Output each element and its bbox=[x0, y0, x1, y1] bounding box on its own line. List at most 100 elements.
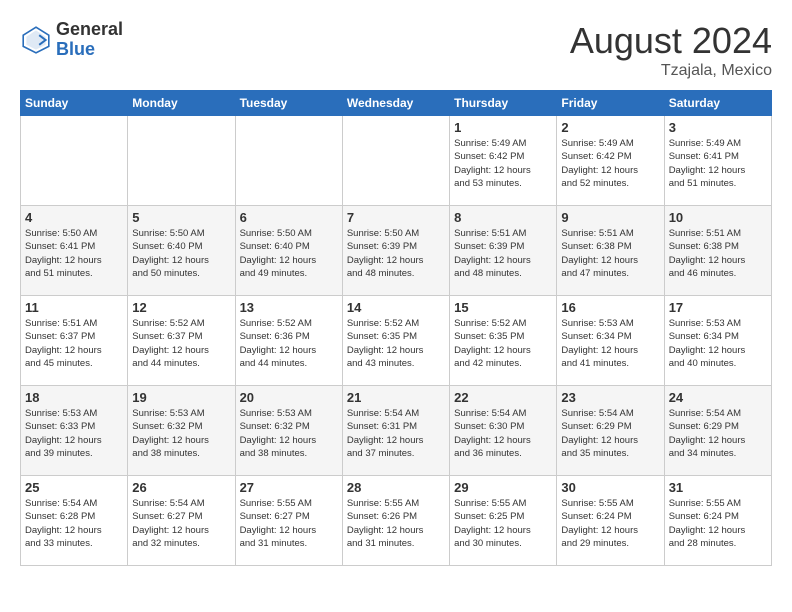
day-number: 1 bbox=[454, 120, 552, 135]
title-block: August 2024 Tzajala, Mexico bbox=[570, 20, 772, 80]
calendar-week-row: 1 Sunrise: 5:49 AM Sunset: 6:42 PM Daylig… bbox=[21, 116, 772, 206]
day-info: Sunrise: 5:55 AM Sunset: 6:24 PM Dayligh… bbox=[561, 497, 659, 550]
day-header-thursday: Thursday bbox=[450, 91, 557, 116]
calendar-day-cell: 3 Sunrise: 5:49 AM Sunset: 6:41 PM Daylig… bbox=[664, 116, 771, 206]
logo-blue-text: Blue bbox=[56, 40, 123, 60]
calendar-day-cell bbox=[235, 116, 342, 206]
page-header: General Blue August 2024 Tzajala, Mexico bbox=[20, 20, 772, 80]
day-number: 15 bbox=[454, 300, 552, 315]
day-info: Sunrise: 5:50 AM Sunset: 6:41 PM Dayligh… bbox=[25, 227, 123, 280]
calendar-day-cell: 19Sunrise: 5:53 AM Sunset: 6:32 PM Dayli… bbox=[128, 386, 235, 476]
calendar-day-cell: 14 Sunrise: 5:52 AM Sunset: 6:35 PM Dayli… bbox=[342, 296, 449, 386]
day-header-saturday: Saturday bbox=[664, 91, 771, 116]
day-info: Sunrise: 5:55 AM Sunset: 6:24 PM Dayligh… bbox=[669, 497, 767, 550]
day-info: Sunrise: 5:55 AM Sunset: 6:25 PM Dayligh… bbox=[454, 497, 552, 550]
day-info: Sunrise: 5:50 AM Sunset: 6:40 PM Dayligh… bbox=[240, 227, 338, 280]
day-number: 6 bbox=[240, 210, 338, 225]
day-info: Sunrise: 5:51 AM Sunset: 6:38 PM Dayligh… bbox=[561, 227, 659, 280]
calendar-day-cell bbox=[128, 116, 235, 206]
day-info: Sunrise: 5:53 AM Sunset: 6:32 PM Dayligh… bbox=[240, 407, 338, 460]
day-info: Sunrise: 5:51 AM Sunset: 6:39 PM Dayligh… bbox=[454, 227, 552, 280]
calendar-week-row: 18Sunrise: 5:53 AM Sunset: 6:33 PM Dayli… bbox=[21, 386, 772, 476]
calendar-day-cell: 17 Sunrise: 5:53 AM Sunset: 6:34 PM Dayli… bbox=[664, 296, 771, 386]
day-number: 23 bbox=[561, 390, 659, 405]
day-info: Sunrise: 5:52 AM Sunset: 6:35 PM Dayligh… bbox=[347, 317, 445, 370]
day-info: Sunrise: 5:51 AM Sunset: 6:38 PM Dayligh… bbox=[669, 227, 767, 280]
day-header-wednesday: Wednesday bbox=[342, 91, 449, 116]
logo[interactable]: General Blue bbox=[20, 20, 123, 60]
day-number: 11 bbox=[25, 300, 123, 315]
day-number: 27 bbox=[240, 480, 338, 495]
calendar-day-cell: 26 Sunrise: 5:54 AM Sunset: 6:27 PM Dayli… bbox=[128, 476, 235, 566]
day-number: 12 bbox=[132, 300, 230, 315]
logo-icon bbox=[20, 24, 52, 56]
day-info: Sunrise: 5:54 AM Sunset: 6:29 PM Dayligh… bbox=[669, 407, 767, 460]
calendar-day-cell: 8 Sunrise: 5:51 AM Sunset: 6:39 PM Daylig… bbox=[450, 206, 557, 296]
day-number: 25 bbox=[25, 480, 123, 495]
day-number: 14 bbox=[347, 300, 445, 315]
day-info: Sunrise: 5:49 AM Sunset: 6:41 PM Dayligh… bbox=[669, 137, 767, 190]
calendar-day-cell: 6 Sunrise: 5:50 AM Sunset: 6:40 PM Daylig… bbox=[235, 206, 342, 296]
calendar-day-cell: 11Sunrise: 5:51 AM Sunset: 6:37 PM Dayli… bbox=[21, 296, 128, 386]
day-info: Sunrise: 5:54 AM Sunset: 6:27 PM Dayligh… bbox=[132, 497, 230, 550]
day-info: Sunrise: 5:50 AM Sunset: 6:39 PM Dayligh… bbox=[347, 227, 445, 280]
day-header-tuesday: Tuesday bbox=[235, 91, 342, 116]
calendar-day-cell: 25 Sunrise: 5:54 AM Sunset: 6:28 PM Dayli… bbox=[21, 476, 128, 566]
day-number: 30 bbox=[561, 480, 659, 495]
calendar-day-cell: 24 Sunrise: 5:54 AM Sunset: 6:29 PM Dayli… bbox=[664, 386, 771, 476]
calendar-day-cell bbox=[342, 116, 449, 206]
calendar-day-cell: 1 Sunrise: 5:49 AM Sunset: 6:42 PM Daylig… bbox=[450, 116, 557, 206]
day-info: Sunrise: 5:49 AM Sunset: 6:42 PM Dayligh… bbox=[454, 137, 552, 190]
calendar-day-cell: 22 Sunrise: 5:54 AM Sunset: 6:30 PM Dayli… bbox=[450, 386, 557, 476]
calendar-day-cell: 29Sunrise: 5:55 AM Sunset: 6:25 PM Dayli… bbox=[450, 476, 557, 566]
calendar-day-cell: 31Sunrise: 5:55 AM Sunset: 6:24 PM Dayli… bbox=[664, 476, 771, 566]
day-number: 5 bbox=[132, 210, 230, 225]
day-info: Sunrise: 5:50 AM Sunset: 6:40 PM Dayligh… bbox=[132, 227, 230, 280]
day-number: 22 bbox=[454, 390, 552, 405]
calendar-day-cell: 7 Sunrise: 5:50 AM Sunset: 6:39 PM Daylig… bbox=[342, 206, 449, 296]
day-number: 21 bbox=[347, 390, 445, 405]
day-info: Sunrise: 5:53 AM Sunset: 6:34 PM Dayligh… bbox=[561, 317, 659, 370]
day-info: Sunrise: 5:52 AM Sunset: 6:35 PM Dayligh… bbox=[454, 317, 552, 370]
day-number: 3 bbox=[669, 120, 767, 135]
calendar-table: SundayMondayTuesdayWednesdayThursdayFrid… bbox=[20, 90, 772, 566]
day-info: Sunrise: 5:54 AM Sunset: 6:28 PM Dayligh… bbox=[25, 497, 123, 550]
calendar-week-row: 11Sunrise: 5:51 AM Sunset: 6:37 PM Dayli… bbox=[21, 296, 772, 386]
calendar-day-cell: 23 Sunrise: 5:54 AM Sunset: 6:29 PM Dayli… bbox=[557, 386, 664, 476]
day-info: Sunrise: 5:54 AM Sunset: 6:29 PM Dayligh… bbox=[561, 407, 659, 460]
day-info: Sunrise: 5:52 AM Sunset: 6:37 PM Dayligh… bbox=[132, 317, 230, 370]
day-number: 7 bbox=[347, 210, 445, 225]
calendar-header-row: SundayMondayTuesdayWednesdayThursdayFrid… bbox=[21, 91, 772, 116]
calendar-day-cell: 15 Sunrise: 5:52 AM Sunset: 6:35 PM Dayli… bbox=[450, 296, 557, 386]
day-number: 26 bbox=[132, 480, 230, 495]
calendar-day-cell: 10 Sunrise: 5:51 AM Sunset: 6:38 PM Dayli… bbox=[664, 206, 771, 296]
location-subtitle: Tzajala, Mexico bbox=[570, 62, 772, 80]
day-number: 4 bbox=[25, 210, 123, 225]
day-header-friday: Friday bbox=[557, 91, 664, 116]
day-info: Sunrise: 5:54 AM Sunset: 6:31 PM Dayligh… bbox=[347, 407, 445, 460]
day-info: Sunrise: 5:55 AM Sunset: 6:27 PM Dayligh… bbox=[240, 497, 338, 550]
day-info: Sunrise: 5:55 AM Sunset: 6:26 PM Dayligh… bbox=[347, 497, 445, 550]
calendar-day-cell: 4 Sunrise: 5:50 AM Sunset: 6:41 PM Daylig… bbox=[21, 206, 128, 296]
calendar-day-cell: 16Sunrise: 5:53 AM Sunset: 6:34 PM Dayli… bbox=[557, 296, 664, 386]
day-info: Sunrise: 5:53 AM Sunset: 6:34 PM Dayligh… bbox=[669, 317, 767, 370]
day-number: 10 bbox=[669, 210, 767, 225]
day-number: 24 bbox=[669, 390, 767, 405]
day-number: 9 bbox=[561, 210, 659, 225]
calendar-day-cell: 28Sunrise: 5:55 AM Sunset: 6:26 PM Dayli… bbox=[342, 476, 449, 566]
day-number: 8 bbox=[454, 210, 552, 225]
day-number: 18 bbox=[25, 390, 123, 405]
calendar-day-cell: 12 Sunrise: 5:52 AM Sunset: 6:37 PM Dayli… bbox=[128, 296, 235, 386]
day-number: 20 bbox=[240, 390, 338, 405]
calendar-week-row: 25 Sunrise: 5:54 AM Sunset: 6:28 PM Dayli… bbox=[21, 476, 772, 566]
calendar-day-cell: 21 Sunrise: 5:54 AM Sunset: 6:31 PM Dayli… bbox=[342, 386, 449, 476]
day-header-sunday: Sunday bbox=[21, 91, 128, 116]
logo-text: General Blue bbox=[56, 20, 123, 60]
calendar-day-cell: 5 Sunrise: 5:50 AM Sunset: 6:40 PM Daylig… bbox=[128, 206, 235, 296]
day-number: 2 bbox=[561, 120, 659, 135]
calendar-day-cell: 20 Sunrise: 5:53 AM Sunset: 6:32 PM Dayli… bbox=[235, 386, 342, 476]
calendar-day-cell bbox=[21, 116, 128, 206]
day-number: 17 bbox=[669, 300, 767, 315]
calendar-day-cell: 27 Sunrise: 5:55 AM Sunset: 6:27 PM Dayli… bbox=[235, 476, 342, 566]
day-info: Sunrise: 5:54 AM Sunset: 6:30 PM Dayligh… bbox=[454, 407, 552, 460]
